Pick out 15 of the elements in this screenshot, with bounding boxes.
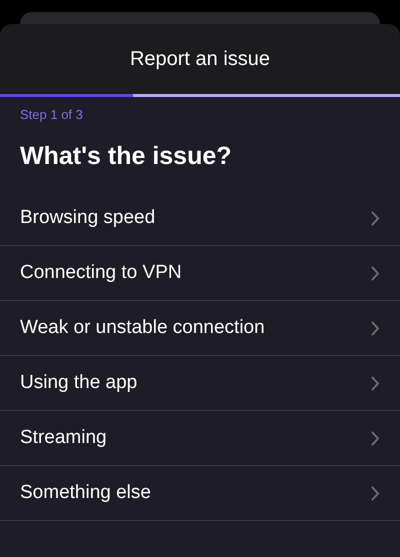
issue-option[interactable]: Using the app [0,356,400,411]
step-label: Step 1 of 3 [20,107,83,122]
chevron-right-icon [371,376,380,390]
issue-option[interactable]: Something else [0,466,400,521]
issue-heading: What's the issue? [20,142,233,171]
issue-option[interactable]: Streaming [0,411,400,466]
issue-option[interactable]: Connecting to VPN [0,246,400,301]
chevron-right-icon [371,210,380,226]
issue-option[interactable]: Weak or unstable connection [0,301,400,356]
chevron-right-icon [371,430,380,446]
chevron-right-icon [371,320,380,336]
issue-option[interactable]: Browsing speed [0,191,400,246]
sheet-title: Report an issue [130,48,270,70]
chevron-right-icon [371,486,380,500]
chevron-right-icon [371,266,380,280]
